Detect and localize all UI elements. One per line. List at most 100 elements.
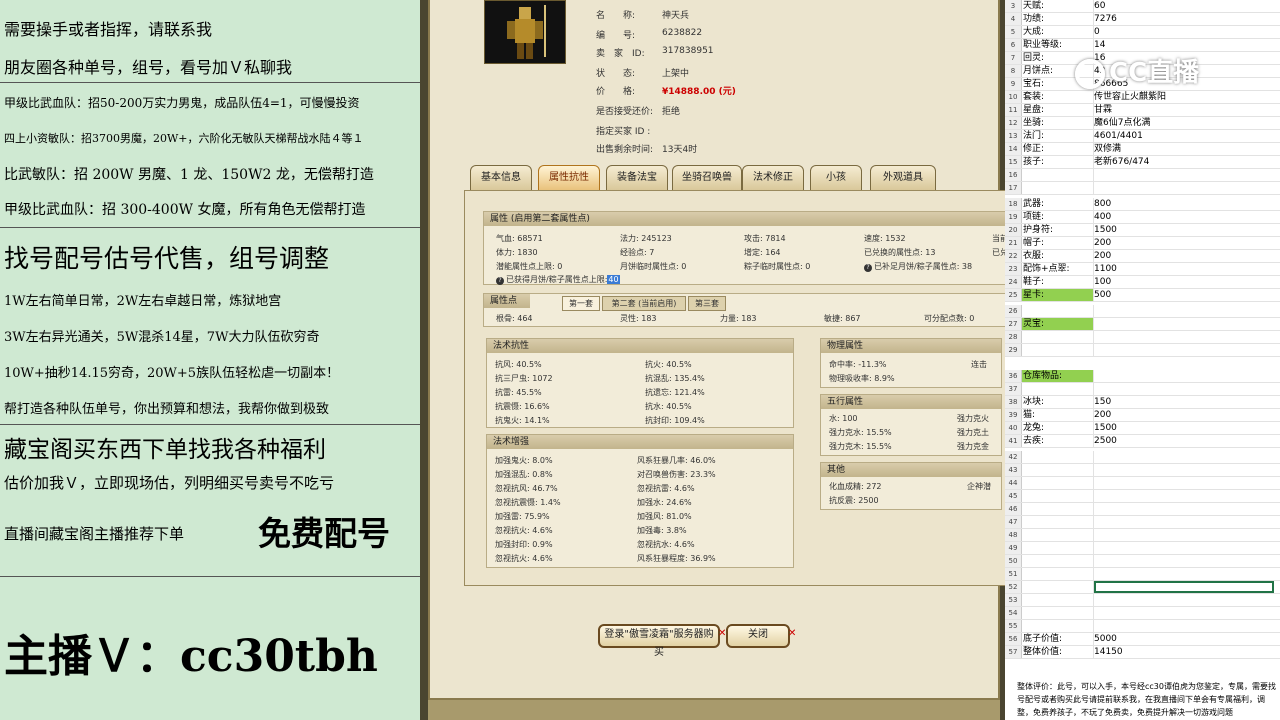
cell-value[interactable]: 14 [1094,39,1274,51]
cell-value[interactable] [1094,331,1274,343]
cell-label[interactable] [1022,477,1094,489]
row-number[interactable]: 5 [1005,26,1022,38]
cell-value[interactable]: 魔6仙7点化满 [1094,117,1274,129]
cell-value[interactable]: 4601/4401 [1094,130,1274,142]
row-number[interactable]: 4 [1005,13,1022,25]
sheet-row[interactable]: 24 鞋子: 100 [1005,276,1280,289]
help-icon[interactable]: ? [496,277,504,285]
cell-value[interactable]: 150 [1094,396,1274,408]
row-number[interactable]: 27 [1005,318,1022,330]
cell-value[interactable] [1094,581,1274,593]
sheet-row[interactable]: 46 [1005,503,1280,516]
cell-value[interactable] [1094,318,1274,330]
tab-spell-correction[interactable]: 法术修正 [742,165,804,191]
cell-label[interactable] [1022,464,1094,476]
cell-value[interactable] [1094,555,1274,567]
sheet-row[interactable]: 12 坐骑: 魔6仙7点化满 [1005,117,1280,130]
cell-label[interactable]: 修正: [1022,143,1094,155]
cell-label[interactable] [1022,169,1094,181]
sheet-row[interactable]: 39 猫: 200 [1005,409,1280,422]
cell-value[interactable]: 1500 [1094,224,1274,236]
cell-value[interactable] [1094,620,1274,632]
cell-value[interactable] [1094,169,1274,181]
cell-value[interactable]: 0 [1094,26,1274,38]
cell-label[interactable] [1022,555,1094,567]
cell-value[interactable]: 2500 [1094,435,1274,447]
cell-label[interactable] [1022,529,1094,541]
sheet-row[interactable]: 53 [1005,594,1280,607]
sheet-row[interactable]: 49 [1005,542,1280,555]
cell-label[interactable]: 星卡: [1022,289,1094,301]
sheet-row[interactable]: 10 套装: 传世容止火麒紫阳 [1005,91,1280,104]
sheet-row[interactable]: 51 [1005,568,1280,581]
cell-label[interactable] [1022,503,1094,515]
row-number[interactable]: 49 [1005,542,1022,554]
cell-value[interactable]: 1100 [1094,263,1274,275]
tab-basic-info[interactable]: 基本信息 [470,165,532,191]
subtab-set-2[interactable]: 第二套 (当前启用) [602,296,686,311]
sheet-row[interactable]: 47 [1005,516,1280,529]
sheet-row[interactable]: 28 [1005,331,1280,344]
row-number[interactable]: 19 [1005,211,1022,223]
row-number[interactable]: 52 [1005,581,1022,593]
cell-label[interactable] [1022,542,1094,554]
row-number[interactable]: 57 [1005,646,1022,658]
tab-equipment[interactable]: 装备法宝 [606,165,668,191]
row-number[interactable]: 8 [1005,65,1022,77]
cell-label[interactable]: 坐骑: [1022,117,1094,129]
cell-label[interactable]: 仓库物品: [1022,370,1094,382]
row-number[interactable]: 20 [1005,224,1022,236]
sheet-row[interactable]: 14 修正: 双修满 [1005,143,1280,156]
cell-label[interactable] [1022,344,1094,356]
sheet-row[interactable]: 19 项链: 400 [1005,211,1280,224]
cell-label[interactable]: 冰块: [1022,396,1094,408]
row-number[interactable]: 29 [1005,344,1022,356]
cell-value[interactable]: 7276 [1094,13,1274,25]
row-number[interactable]: 3 [1005,0,1022,12]
sheet-row[interactable]: 54 [1005,607,1280,620]
row-number[interactable]: 36 [1005,370,1022,382]
row-number[interactable]: 11 [1005,104,1022,116]
row-number[interactable]: 38 [1005,396,1022,408]
close-x-icon[interactable]: ✕ [788,628,796,639]
row-number[interactable]: 25 [1005,289,1022,301]
cell-value[interactable]: 1500 [1094,422,1274,434]
cell-label[interactable]: 项链: [1022,211,1094,223]
row-number[interactable]: 55 [1005,620,1022,632]
sheet-row[interactable]: 56 底子价值: 5000 [1005,633,1280,646]
cell-value[interactable] [1094,568,1274,580]
cell-value[interactable]: 双修满 [1094,143,1274,155]
row-number[interactable]: 9 [1005,78,1022,90]
help-icon[interactable]: ? [864,264,872,272]
sheet-row[interactable]: 6 职业等级: 14 [1005,39,1280,52]
cell-label[interactable] [1022,383,1094,395]
row-number[interactable]: 47 [1005,516,1022,528]
cell-label[interactable] [1022,594,1094,606]
row-number[interactable]: 39 [1005,409,1022,421]
cell-value[interactable]: 100 [1094,276,1274,288]
sheet-row[interactable]: 25 星卡: 500 [1005,289,1280,302]
tab-child[interactable]: 小孩 [810,165,862,191]
tab-mounts[interactable]: 坐骑召唤兽 [672,165,742,191]
cell-value[interactable] [1094,182,1274,194]
cell-label[interactable] [1022,516,1094,528]
sheet-row[interactable]: 22 衣服: 200 [1005,250,1280,263]
cell-label[interactable] [1022,305,1094,317]
cell-label[interactable] [1022,568,1094,580]
close-button[interactable]: 关闭 [726,624,790,648]
cell-value[interactable]: 5000 [1094,633,1274,645]
sheet-row[interactable]: 36 仓库物品: [1005,370,1280,383]
cell-value[interactable]: 200 [1094,409,1274,421]
cell-value[interactable] [1094,305,1274,317]
row-number[interactable]: 23 [1005,263,1022,275]
cell-label[interactable]: 底子价值: [1022,633,1094,645]
cell-label[interactable]: 孩子: [1022,156,1094,168]
sheet-row[interactable]: 13 法门: 4601/4401 [1005,130,1280,143]
sheet-row[interactable]: 37 [1005,383,1280,396]
cell-label[interactable]: 帽子: [1022,237,1094,249]
cell-value[interactable] [1094,451,1274,463]
sheet-row[interactable]: 18 武器: 800 [1005,198,1280,211]
sheet-row[interactable]: 41 去疾: 2500 [1005,435,1280,448]
cell-label[interactable]: 护身符: [1022,224,1094,236]
cell-value[interactable] [1094,490,1274,502]
